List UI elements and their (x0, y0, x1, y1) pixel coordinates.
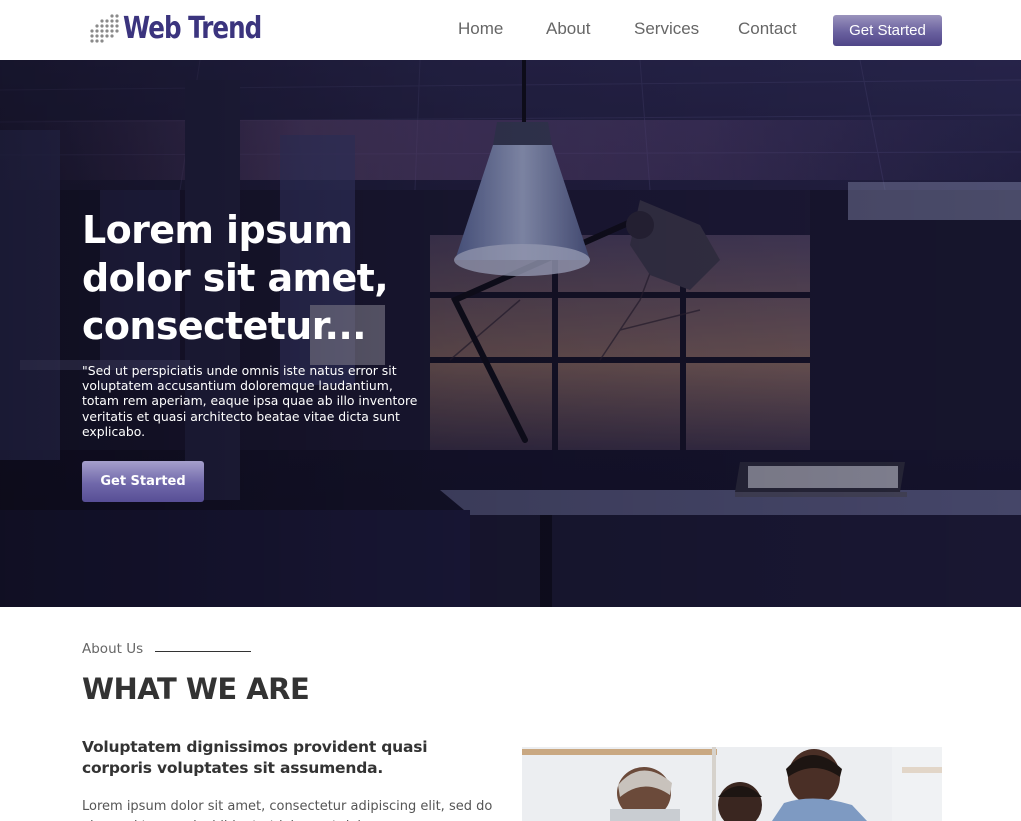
hero-get-started-button[interactable]: Get Started (82, 461, 204, 502)
about-eyebrow: About Us (82, 641, 144, 657)
nav-contact[interactable]: Contact (738, 19, 797, 41)
about-heading: WHAT WE ARE (82, 672, 310, 706)
hero-title: Lorem ipsum dolor sit amet, consectetur.… (82, 208, 389, 348)
nav-home[interactable]: Home (458, 19, 503, 41)
header-get-started-button[interactable]: Get Started (833, 15, 942, 46)
hero-description: "Sed ut perspiciatis unde omnis iste nat… (82, 363, 418, 439)
about-subheading: Voluptatem dignissimos provident quasi c… (82, 738, 428, 777)
logo[interactable]: Web Trend (88, 9, 292, 47)
team-photo (522, 747, 942, 821)
team-photo-illustration (522, 747, 942, 821)
nav-services[interactable]: Services (634, 19, 699, 41)
site-header: Web Trend Home About Services Contact Ge… (0, 0, 1021, 60)
hero-section: Lorem ipsum dolor sit amet, consectetur.… (0, 60, 1021, 607)
nav-about[interactable]: About (546, 19, 590, 41)
logo-text: Web Trend (123, 10, 262, 46)
logo-dots-icon (90, 14, 119, 43)
about-body-text: Lorem ipsum dolor sit amet, consectetur … (82, 799, 493, 821)
eyebrow-divider (155, 651, 251, 652)
